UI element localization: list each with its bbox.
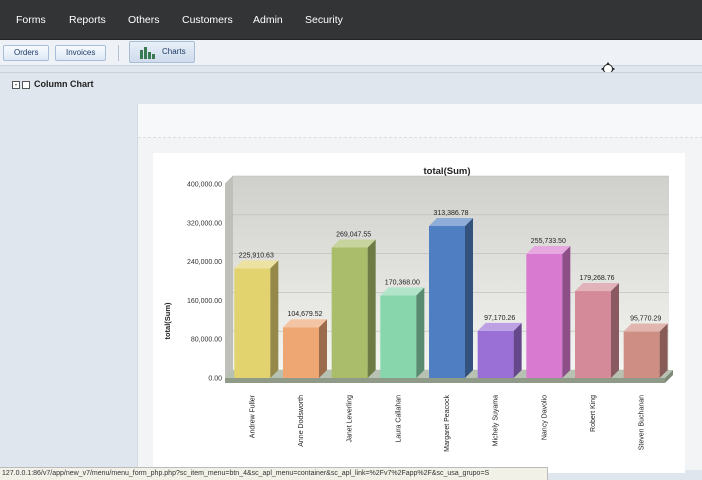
- data-label: 225,910.63: [239, 252, 274, 259]
- plot-side-wall: [225, 176, 233, 378]
- x-tick-label: Janet Leverling: [347, 395, 354, 443]
- bar: [575, 291, 611, 378]
- data-label: 313,386.78: [433, 210, 468, 217]
- charts-button-label: Charts: [162, 47, 186, 56]
- bar-side: [416, 287, 425, 378]
- bar-side: [562, 245, 571, 378]
- x-tick-label: Andrew Fuller: [249, 394, 256, 438]
- panel-checkbox[interactable]: [22, 81, 30, 89]
- toolbar: Orders Invoices Charts: [0, 40, 702, 66]
- bar-side: [367, 239, 376, 378]
- bar-side: [319, 319, 327, 378]
- data-label: 170,368.00: [385, 279, 420, 286]
- data-label: 269,047.55: [336, 232, 371, 239]
- bar: [331, 247, 368, 378]
- data-label: 97,170.26: [484, 315, 515, 322]
- nav-item-security[interactable]: Security: [305, 14, 343, 26]
- plot-floor-edge: [225, 378, 665, 383]
- toolbar-divider: [118, 45, 119, 61]
- data-label: 255,733.50: [531, 238, 566, 245]
- x-tick-label: Laura Callahan: [395, 395, 402, 443]
- chart-container: total(Sum) total(Sum) 0.00 80,000.00 160,0…: [153, 153, 685, 473]
- bar-side: [513, 322, 522, 378]
- x-tick-label: Anne Dodsworth: [298, 395, 305, 447]
- bar: [283, 327, 319, 378]
- bar: [380, 295, 417, 378]
- nav-item-others[interactable]: Others: [128, 14, 160, 26]
- x-tick-label: Steven Buchanan: [639, 395, 646, 450]
- bar: [234, 268, 271, 378]
- charts-button[interactable]: Charts: [129, 41, 195, 63]
- bar: [429, 226, 465, 378]
- orders-button[interactable]: Orders: [3, 45, 50, 61]
- chart-title: total(Sum): [424, 166, 471, 177]
- x-tick-label: Michely Suyama: [493, 395, 500, 446]
- collapse-toggle[interactable]: -: [12, 81, 20, 89]
- bar-side: [270, 260, 279, 378]
- bar: [623, 331, 660, 378]
- invoices-button[interactable]: Invoices: [55, 45, 107, 61]
- status-bar-url: 127.0.0.1:86/v7/app/new_v7/menu/menu_for…: [0, 467, 548, 480]
- top-navigation: Forms Reports Others Customers Admin Sec…: [0, 0, 702, 40]
- nav-item-forms[interactable]: Forms: [16, 14, 46, 26]
- x-tick-label: Nancy Davolio: [541, 395, 548, 440]
- y-axis-label: total(Sum): [163, 302, 172, 340]
- data-label: 179,268.76: [579, 275, 614, 282]
- y-tick-label: 400,000.00: [187, 182, 222, 189]
- nav-item-reports[interactable]: Reports: [69, 14, 106, 26]
- chart-toolbar-strip: [138, 104, 702, 138]
- nav-item-admin[interactable]: Admin: [253, 14, 283, 26]
- data-label: 104,679.52: [287, 311, 322, 318]
- y-tick-label: 80,000.00: [191, 337, 222, 344]
- plot-area: 0.00 80,000.00 160,000.00 240,000.00 320,000…: [187, 175, 673, 452]
- bar: [526, 253, 563, 378]
- y-tick-label: 240,000.00: [187, 259, 222, 266]
- x-tick-label: Margaret Peacock: [444, 395, 451, 452]
- panel-title: Column Chart: [34, 79, 94, 89]
- column-chart: total(Sum) total(Sum) 0.00 80,000.00 160,0…: [163, 166, 673, 452]
- x-tick-label: Robert King: [590, 395, 597, 432]
- y-tick-label: 160,000.00: [187, 298, 222, 305]
- chart-panel-header: - Column Chart: [0, 72, 702, 94]
- y-tick-label: 0.00: [208, 376, 222, 383]
- bar-side: [659, 323, 668, 378]
- bar: [477, 330, 514, 378]
- y-tick-label: 320,000.00: [187, 220, 222, 227]
- bar-side: [611, 283, 619, 378]
- data-label: 95,770.29: [630, 316, 661, 323]
- nav-item-customers[interactable]: Customers: [182, 14, 233, 26]
- bar-side: [465, 218, 473, 378]
- bar-chart-icon: [140, 47, 155, 59]
